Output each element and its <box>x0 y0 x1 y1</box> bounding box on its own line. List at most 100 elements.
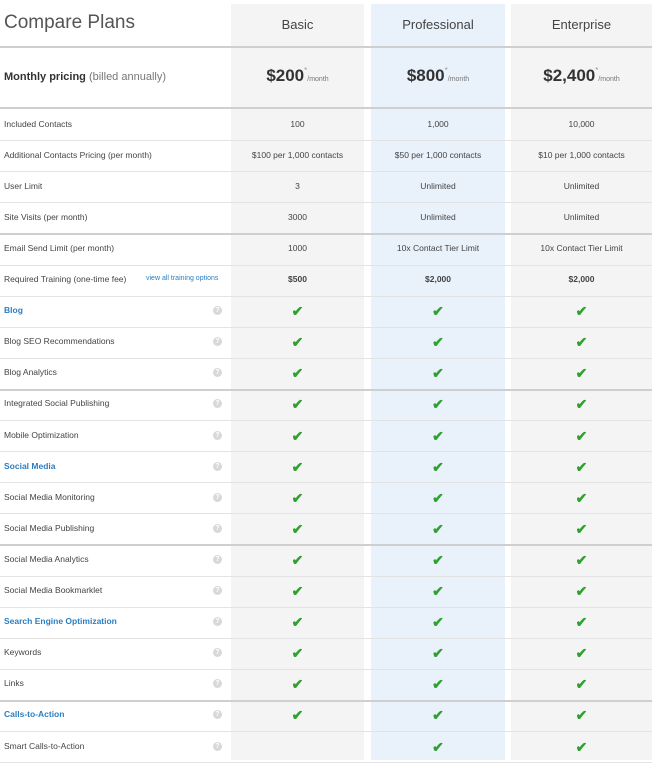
cell-value: $2,000 <box>425 274 451 285</box>
checkmark-icon: ✔ <box>575 676 588 693</box>
cell-value: 10,000 <box>568 118 595 129</box>
checkmark-icon: ✔ <box>575 738 588 755</box>
checkmark-icon: ✔ <box>575 645 588 662</box>
question-mark-icon[interactable]: ? <box>213 617 222 627</box>
checkmark-icon: ✔ <box>291 489 304 506</box>
cell-value: Unlimited <box>420 211 456 222</box>
question-mark-icon[interactable]: ? <box>213 399 222 409</box>
checkmark-icon: ✔ <box>432 645 444 662</box>
question-mark-icon[interactable]: ? <box>213 492 222 502</box>
question-mark-icon[interactable]: ? <box>213 306 222 316</box>
row-label: Email Send Limit (per month) <box>4 242 115 253</box>
checkmark-icon: ✔ <box>575 551 588 568</box>
checkmark-icon: ✔ <box>432 334 444 351</box>
checkmark-icon: ✔ <box>291 458 304 475</box>
question-mark-icon[interactable]: ? <box>213 648 222 658</box>
checkmark-icon: ✔ <box>575 458 588 475</box>
price-period: /month <box>447 76 470 83</box>
section-label: Search Engine Optimization <box>4 616 117 627</box>
checkmark-icon: ✔ <box>291 551 304 568</box>
cell-value: Unlimited <box>563 211 600 222</box>
cell-value: 1,000 <box>427 118 449 129</box>
row-label: Included Contacts <box>4 118 73 129</box>
checkmark-icon: ✔ <box>291 396 304 413</box>
feature-label: Smart Calls-to-Action <box>4 740 85 751</box>
question-mark-icon[interactable]: ? <box>213 461 222 471</box>
question-mark-icon[interactable]: ? <box>213 554 222 564</box>
checkmark-icon: ✔ <box>291 614 304 631</box>
cell-value: $10 per 1,000 contacts <box>538 149 625 160</box>
cell-value: Unlimited <box>563 180 600 191</box>
table-row: Social Media Publishing? ✔ ✔ ✔ <box>0 513 652 544</box>
price-period: /month <box>598 76 620 83</box>
cell-value: $100 per 1,000 contacts <box>251 149 344 160</box>
table-row: User Limit 3 Unlimited Unlimited <box>0 171 652 202</box>
table-row: Social Media Analytics? ✔ ✔ ✔ <box>0 544 652 575</box>
checkmark-icon: ✔ <box>575 614 588 631</box>
table-row: Site Visits (per month) 3000 Unlimited Unli… <box>0 202 652 233</box>
checkmark-icon: ✔ <box>291 707 304 724</box>
cell-value: 10x Contact Tier Limit <box>540 242 623 253</box>
checkmark-icon: ✔ <box>575 303 588 320</box>
cell-value: $500 <box>288 274 307 285</box>
feature-label: Links <box>4 678 24 689</box>
question-mark-icon[interactable]: ? <box>213 430 222 440</box>
checkmark-icon: ✔ <box>291 427 304 444</box>
checkmark-icon: ✔ <box>575 334 588 351</box>
table-row: Smart Calls-to-Action? ✔ ✔ <box>0 731 652 762</box>
pricing-label-main: Monthly pricing <box>4 71 86 83</box>
table-row: Included Contacts 100 1,000 10,000 <box>0 109 652 140</box>
checkmark-icon: ✔ <box>432 520 444 537</box>
checkmark-icon: ✔ <box>291 520 304 537</box>
cell-value: $2,000 <box>568 274 595 285</box>
checkmark-icon: ✔ <box>432 396 444 413</box>
question-mark-icon[interactable]: ? <box>213 741 222 751</box>
price-amount: $200 <box>266 66 305 85</box>
question-mark-icon[interactable]: ? <box>213 523 222 533</box>
checkmark-icon: ✔ <box>432 551 444 568</box>
plan-name-enterprise: Enterprise <box>551 17 612 32</box>
checkmark-icon: ✔ <box>575 520 588 537</box>
price-amount: $800 <box>406 66 445 85</box>
price-enterprise: $2,400*/month <box>511 66 652 86</box>
checkmark-icon: ✔ <box>432 707 444 724</box>
cell-value: 1000 <box>288 242 307 253</box>
checkmark-icon: ✔ <box>432 614 444 631</box>
table-row: Mobile Optimization? ✔ ✔ ✔ <box>0 420 652 451</box>
section-label: Calls-to-Action <box>4 709 65 720</box>
checkmark-icon: ✔ <box>291 365 304 382</box>
section-label: Blog <box>4 305 23 316</box>
checkmark-icon: ✔ <box>432 738 444 755</box>
feature-label: Social Media Publishing <box>4 522 95 533</box>
question-mark-icon[interactable]: ? <box>213 368 222 378</box>
feature-label: Blog SEO Recommendations <box>4 336 115 347</box>
checkmark-icon: ✔ <box>432 583 444 600</box>
checkmark-icon: ✔ <box>432 427 444 444</box>
cell-value: 3000 <box>288 211 307 222</box>
training-options-link[interactable]: view all training options <box>146 275 218 282</box>
checkmark-icon: ✔ <box>432 365 444 382</box>
question-mark-icon[interactable]: ? <box>213 710 222 720</box>
compare-plans-table: Compare Plans Basic Professional Enterpr… <box>0 0 657 763</box>
checkmark-icon: ✔ <box>575 427 588 444</box>
table-row: Calls-to-Action? ✔ ✔ ✔ <box>0 700 652 731</box>
checkmark-icon: ✔ <box>575 489 588 506</box>
price-asterisk: * <box>304 66 308 75</box>
question-mark-icon[interactable]: ? <box>213 337 222 347</box>
page-title: Compare Plans <box>4 12 135 33</box>
feature-label: Mobile Optimization <box>4 429 79 440</box>
table-row: Social Media Monitoring? ✔ ✔ ✔ <box>0 482 652 513</box>
table-row: Search Engine Optimization? ✔ ✔ ✔ <box>0 607 652 638</box>
checkmark-icon: ✔ <box>432 489 444 506</box>
checkmark-icon: ✔ <box>291 303 304 320</box>
price-period: /month <box>307 76 329 83</box>
question-mark-icon[interactable]: ? <box>213 679 222 689</box>
row-label: User Limit <box>4 180 43 191</box>
price-amount: $2,400 <box>543 66 596 85</box>
feature-label: Social Media Monitoring <box>4 491 95 502</box>
cell-value: $50 per 1,000 contacts <box>394 149 482 160</box>
price-professional: $800*/month <box>371 66 505 86</box>
cell-value: Unlimited <box>420 180 456 191</box>
checkmark-icon: ✔ <box>575 583 588 600</box>
question-mark-icon[interactable]: ? <box>213 586 222 596</box>
